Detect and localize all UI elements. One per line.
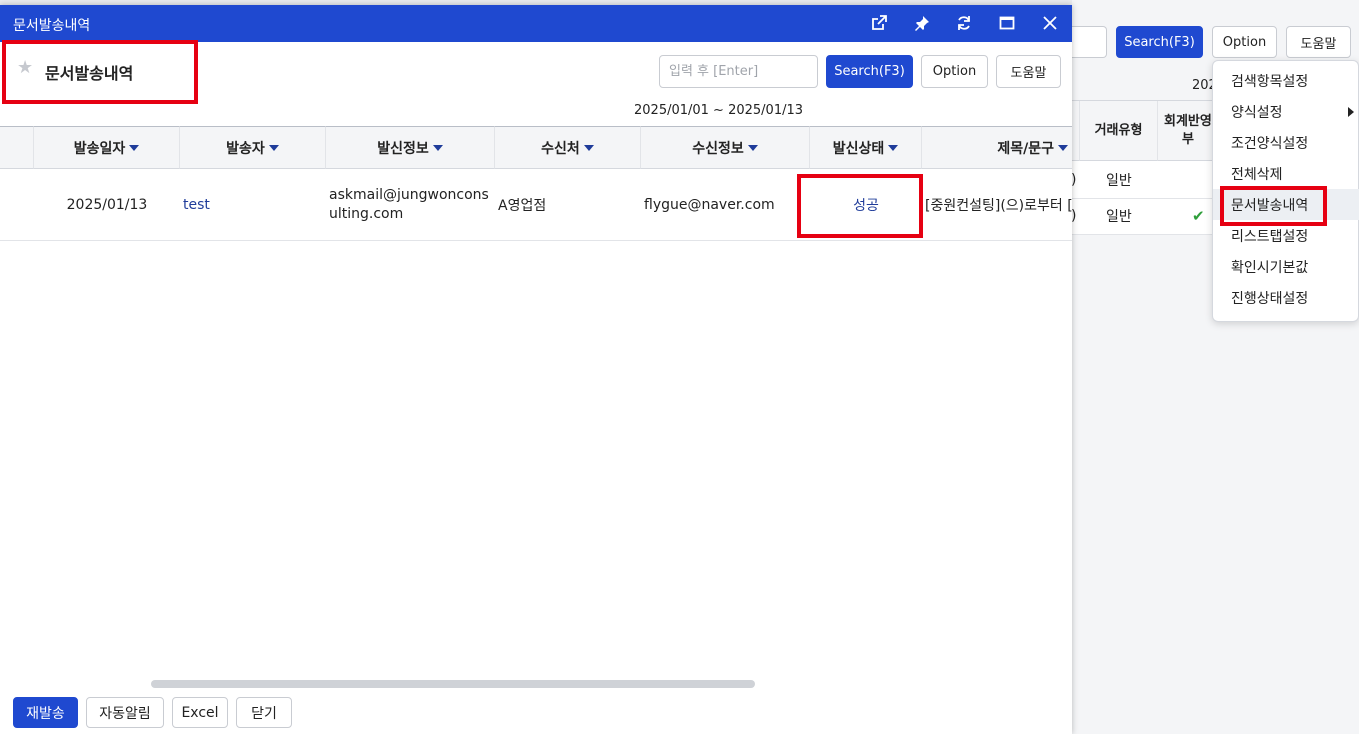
header-label: 발송자 bbox=[226, 140, 265, 157]
header-recipient[interactable]: 수신처 bbox=[495, 126, 641, 169]
background-search-input[interactable] bbox=[1072, 26, 1107, 58]
background-cell-lead: ) bbox=[1071, 172, 1077, 188]
background-cell-type: 일반 bbox=[1106, 173, 1132, 189]
menu-item-document-history[interactable]: 문서발송내역 bbox=[1213, 189, 1359, 220]
menu-item-delete-all[interactable]: 전체삭제 bbox=[1213, 158, 1359, 189]
menu-item-list-tab-settings[interactable]: 리스트탭설정 bbox=[1213, 220, 1359, 251]
header-label: 수신처 bbox=[541, 140, 580, 157]
cell-sent-date: 2025/01/13 bbox=[34, 169, 180, 241]
auto-notify-button[interactable]: 자동알림 bbox=[86, 697, 164, 728]
cell-sender-info: askmail@jungwonconsulting.com bbox=[326, 169, 495, 241]
cell-subject: [중원컨설팅](으)로부터 [ bbox=[922, 169, 1072, 241]
sort-arrow-icon bbox=[747, 144, 758, 151]
refresh-icon[interactable] bbox=[954, 13, 974, 33]
favorite-star-icon[interactable]: ★ bbox=[17, 57, 33, 78]
sort-arrow-icon bbox=[583, 144, 594, 151]
horizontal-scrollbar[interactable] bbox=[151, 680, 755, 688]
header-subject[interactable]: 제목/문구 bbox=[922, 126, 1072, 169]
background-option-button[interactable]: Option bbox=[1212, 26, 1277, 58]
open-external-icon[interactable] bbox=[869, 13, 889, 33]
submenu-arrow-icon bbox=[1348, 107, 1354, 117]
excel-button[interactable]: Excel bbox=[172, 697, 228, 728]
background-table-header-stub bbox=[1072, 101, 1080, 161]
header-label: 수신정보 bbox=[692, 140, 744, 157]
help-button[interactable]: 도움말 bbox=[996, 55, 1061, 88]
maximize-icon[interactable] bbox=[997, 13, 1017, 33]
header-label: 발송일자 bbox=[73, 140, 126, 157]
sort-arrow-icon bbox=[888, 144, 899, 151]
menu-item-progress-status-settings[interactable]: 진행상태설정 bbox=[1213, 282, 1359, 313]
background-search-button[interactable]: Search(F3) bbox=[1116, 26, 1203, 58]
menu-item-condition-form-settings[interactable]: 조건양식설정 bbox=[1213, 127, 1359, 158]
header-sent-date[interactable]: 발송일자 bbox=[34, 126, 180, 169]
dialog-title: 문서발송내역 bbox=[13, 18, 91, 34]
header-sender-info[interactable]: 발신정보 bbox=[326, 126, 495, 169]
background-cell-lead: ) bbox=[1071, 208, 1077, 224]
search-button[interactable]: Search(F3) bbox=[826, 55, 913, 88]
close-icon[interactable] bbox=[1040, 13, 1060, 33]
background-header-type[interactable]: 거래유형 bbox=[1080, 101, 1158, 161]
menu-item-label: 양식설정 bbox=[1231, 104, 1283, 121]
menu-item-confirm-defaults[interactable]: 확인시기본값 bbox=[1213, 251, 1359, 282]
cell-sender-link[interactable]: test bbox=[180, 169, 326, 241]
menu-item-search-settings[interactable]: 검색항목설정 bbox=[1213, 65, 1359, 96]
menu-item-form-settings[interactable]: 양식설정 bbox=[1213, 96, 1359, 127]
header-status[interactable]: 발신상태 bbox=[810, 126, 922, 169]
header-label: 발신상태 bbox=[832, 140, 885, 157]
background-cell-type: 일반 bbox=[1106, 209, 1132, 225]
sort-arrow-icon bbox=[268, 144, 279, 151]
close-button[interactable]: 닫기 bbox=[236, 697, 292, 728]
cell-recipient: A영업점 bbox=[495, 169, 641, 241]
check-icon: ✔ bbox=[1192, 207, 1205, 225]
header-sender[interactable]: 발송자 bbox=[180, 126, 326, 169]
sort-arrow-icon bbox=[129, 144, 140, 151]
page-title: 문서발송내역 bbox=[45, 64, 134, 83]
options-dropdown-menu: 검색항목설정 양식설정 조건양식설정 전체삭제 문서발송내역 리스트탭설정 확인… bbox=[1212, 60, 1359, 322]
header-label: 제목/문구 bbox=[997, 140, 1054, 157]
dialog-titlebar: 문서발송내역 bbox=[0, 5, 1072, 42]
pin-icon[interactable] bbox=[912, 13, 932, 33]
sort-arrow-icon bbox=[432, 144, 443, 151]
row-checkbox-cell[interactable] bbox=[0, 169, 34, 241]
header-label: 발신정보 bbox=[377, 140, 429, 157]
cell-recipient-info: flygue@naver.com bbox=[641, 169, 810, 241]
option-button[interactable]: Option bbox=[921, 55, 988, 88]
header-checkbox-column[interactable] bbox=[0, 126, 34, 169]
date-range: 2025/01/01 ~ 2025/01/13 bbox=[634, 103, 804, 118]
resend-button[interactable]: 재발송 bbox=[13, 697, 78, 728]
search-input[interactable] bbox=[659, 55, 818, 88]
cell-status-link[interactable]: 성공 bbox=[810, 169, 922, 241]
sort-arrow-icon bbox=[1058, 144, 1068, 151]
document-history-dialog: 문서발송내역 ★ 문서발송내역 Search(F3) Option 도움말 20… bbox=[0, 5, 1072, 734]
background-help-button[interactable]: 도움말 bbox=[1286, 26, 1351, 58]
header-recipient-info[interactable]: 수신정보 bbox=[641, 126, 810, 169]
